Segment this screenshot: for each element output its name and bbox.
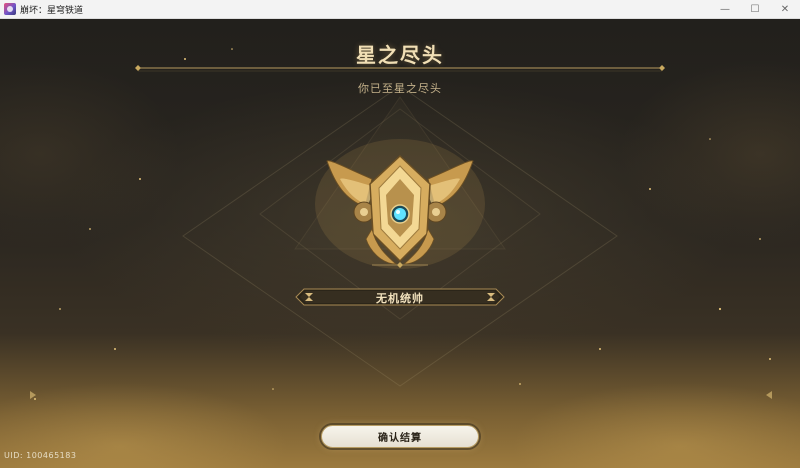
rank-name: 无机统帅 [376, 291, 424, 305]
confirm-settlement-label: 确认结算 [378, 433, 422, 444]
window-title: 崩坏：星穹铁道 [20, 5, 84, 16]
page-subtitle: 你已至星之尽头 [358, 82, 442, 95]
app-icon [4, 3, 16, 15]
rank-bar: 无机统帅 [296, 289, 504, 306]
close-button[interactable]: ✕ [770, 0, 800, 19]
maximize-button[interactable]: ☐ [740, 0, 770, 19]
game-viewport: 星之尽头 你已至星之尽头 无机统帅 确认结算 UID: 100465183 [0, 19, 800, 468]
window-titlebar: 崩坏：星穹铁道 — ☐ ✕ [0, 0, 800, 19]
confirm-settlement-button[interactable]: 确认结算 [321, 425, 479, 448]
header: 星之尽头 你已至星之尽头 [0, 39, 800, 96]
uid-label: UID: 100465183 [4, 451, 77, 460]
minimize-button[interactable]: — [710, 0, 740, 19]
rank-emblem [315, 139, 485, 269]
window-controls: — ☐ ✕ [710, 0, 800, 19]
page-title: 星之尽头 [356, 43, 444, 67]
